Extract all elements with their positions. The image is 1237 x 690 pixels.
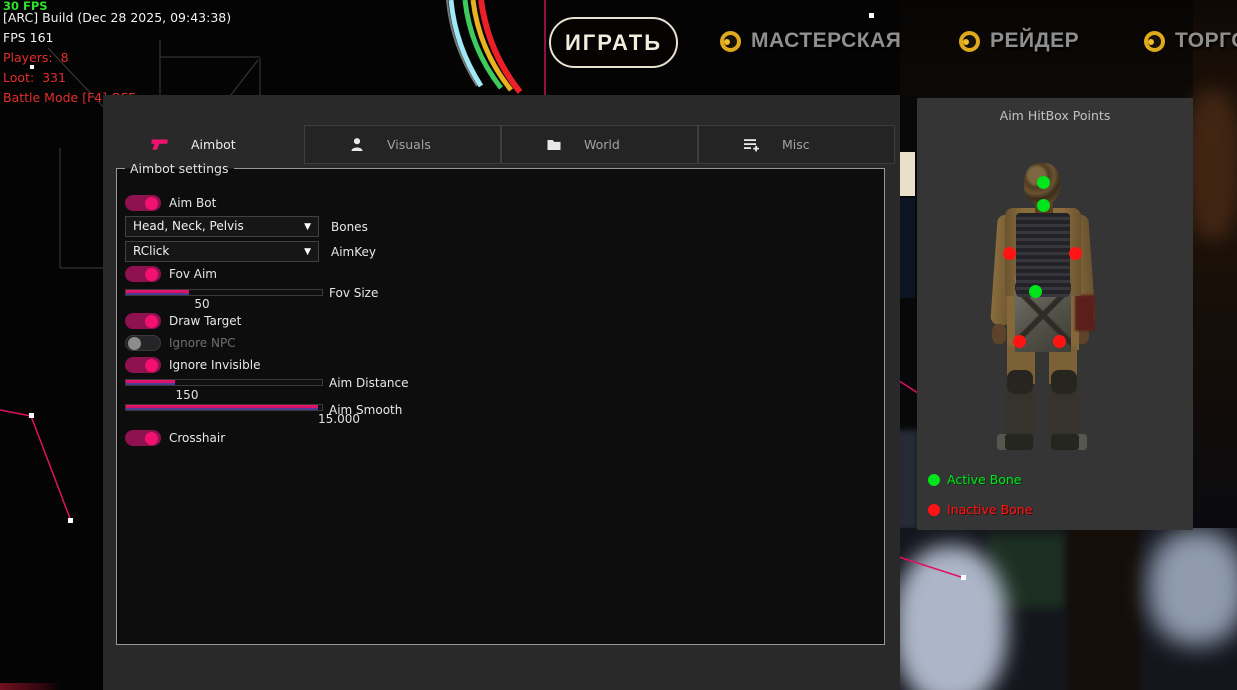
ignore-npc-label: Ignore NPC — [169, 336, 236, 350]
fov-aim-label: Fov Aim — [169, 267, 217, 281]
hitbox-dot-neck — [1037, 199, 1050, 212]
playlist-add-icon — [743, 137, 760, 152]
person-icon — [349, 137, 365, 152]
tab-world[interactable]: World — [501, 125, 698, 164]
bones-label: Bones — [331, 220, 368, 234]
aimkey-dropdown[interactable]: RClick ▼ — [125, 241, 319, 262]
aim-bot-toggle[interactable] — [125, 195, 161, 211]
legend-inactive-bone: Inactive Bone — [928, 502, 1032, 517]
chevron-down-icon: ▼ — [304, 243, 311, 262]
hitbox-preview-panel: Aim HitBox Points Active Bone — [917, 98, 1193, 530]
hitbox-dot-right-thigh — [1053, 335, 1066, 348]
hitbox-dot-left-arm — [1003, 247, 1016, 260]
aim-smooth-label: Aim Smooth — [329, 403, 402, 417]
nav-item-label: ТОРГО — [1175, 29, 1237, 53]
folder-icon — [546, 138, 562, 152]
aim-distance-slider-fill — [126, 380, 175, 385]
aim-distance-value: 150 — [176, 388, 199, 402]
draw-target-toggle[interactable] — [125, 313, 161, 329]
fov-size-slider[interactable] — [125, 289, 323, 296]
tab-label: Visuals — [387, 137, 431, 152]
aim-smooth-slider-fill — [126, 405, 318, 410]
chevron-down-icon: ▼ — [304, 218, 311, 237]
legend-active-bone: Active Bone — [928, 472, 1021, 487]
legend-active-label: Active Bone — [947, 472, 1021, 487]
crosshair-toggle[interactable] — [125, 430, 161, 446]
coin-icon — [959, 31, 980, 52]
ignore-invisible-toggle[interactable] — [125, 357, 161, 373]
aimkey-label: AimKey — [331, 245, 376, 259]
coin-icon — [720, 31, 741, 52]
legend-inactive-label: Inactive Bone — [947, 502, 1032, 517]
fov-size-value: 50 — [194, 297, 209, 311]
tab-label: Misc — [782, 137, 810, 152]
fov-size-slider-fill — [126, 290, 189, 295]
nav-item-label: МАСТЕРСКАЯ — [751, 29, 901, 53]
nav-item-raider[interactable]: РЕЙДЕР — [959, 29, 1079, 53]
pistol-icon — [151, 137, 169, 152]
tab-label: World — [584, 137, 620, 152]
aim-smooth-slider[interactable] — [125, 404, 323, 411]
fov-aim-toggle[interactable] — [125, 266, 161, 282]
ignore-npc-toggle[interactable] — [125, 335, 161, 351]
aim-distance-label: Aim Distance — [329, 376, 409, 390]
tab-aimbot[interactable]: Aimbot — [107, 125, 304, 164]
hitbox-points — [917, 98, 1193, 530]
bones-dropdown[interactable]: Head, Neck, Pelvis ▼ — [125, 216, 319, 237]
active-bone-dot-icon — [928, 474, 940, 486]
ignore-invisible-label: Ignore Invisible — [169, 358, 260, 372]
group-title: Aimbot settings — [125, 161, 234, 176]
draw-target-label: Draw Target — [169, 314, 241, 328]
cheat-menu-panel: Aimbot Visuals World — [103, 95, 900, 690]
tab-bar: Aimbot Visuals World — [107, 125, 897, 164]
coin-icon — [1144, 31, 1165, 52]
aim-distance-slider[interactable] — [125, 379, 323, 386]
hitbox-dot-pelvis — [1029, 285, 1042, 298]
play-button[interactable]: ИГРАТЬ — [549, 17, 678, 68]
nav-item-workshop[interactable]: МАСТЕРСКАЯ — [720, 29, 901, 53]
aimkey-dropdown-value: RClick — [133, 244, 169, 258]
inactive-bone-dot-icon — [928, 504, 940, 516]
aimbot-settings-group: Aimbot settings Aim Bot Head, Neck, Pelv… — [116, 168, 885, 645]
game-screen: 30 FPS [ARC] Build (Dec 28 2025, 09:43:3… — [0, 0, 1237, 690]
tab-label: Aimbot — [191, 137, 236, 152]
fov-size-label: Fov Size — [329, 286, 378, 300]
hitbox-dot-left-thigh — [1013, 335, 1026, 348]
tab-visuals[interactable]: Visuals — [304, 125, 501, 164]
nav-item-label: РЕЙДЕР — [990, 29, 1079, 53]
hitbox-dot-right-arm — [1069, 247, 1082, 260]
aim-bot-label: Aim Bot — [169, 196, 216, 210]
crosshair-label: Crosshair — [169, 431, 225, 445]
nav-item-trade[interactable]: ТОРГО — [1144, 29, 1237, 53]
bones-dropdown-value: Head, Neck, Pelvis — [133, 219, 244, 233]
tab-misc[interactable]: Misc — [698, 125, 895, 164]
hitbox-dot-head — [1037, 176, 1050, 189]
